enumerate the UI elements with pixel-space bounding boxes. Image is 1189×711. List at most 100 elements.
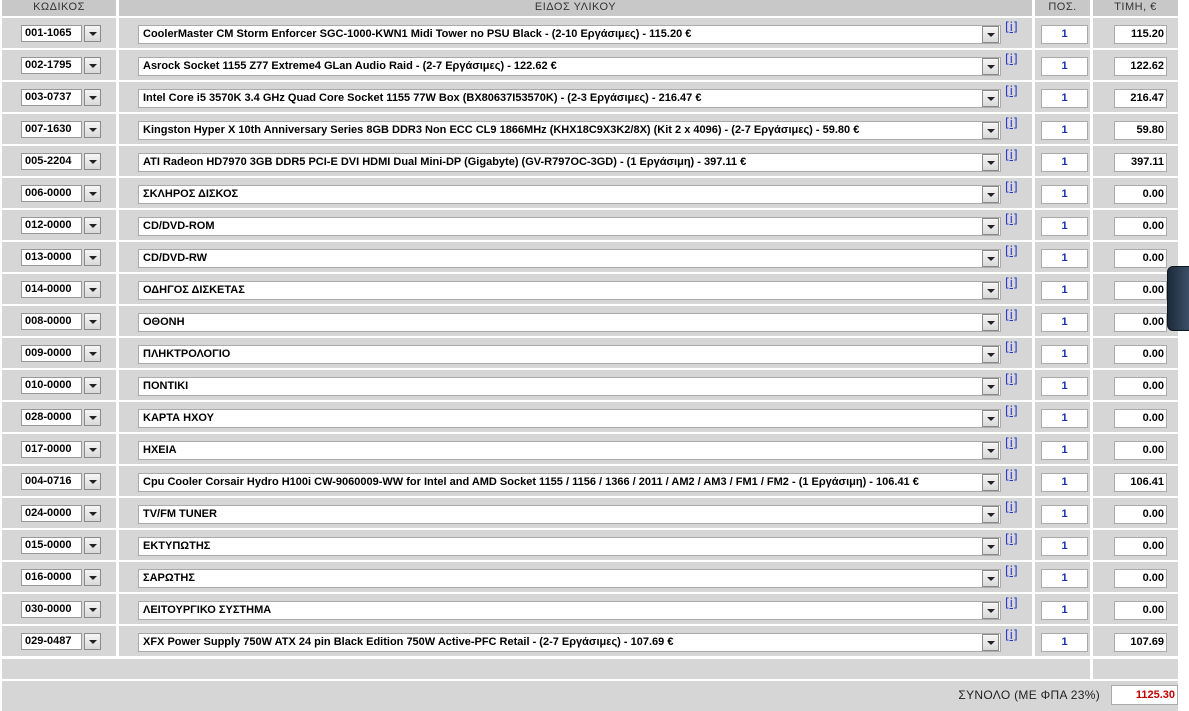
product-dropdown-arrow-icon[interactable] (982, 602, 999, 619)
product-dropdown-arrow-icon[interactable] (982, 314, 999, 331)
code-select[interactable]: 012-0000 (21, 217, 82, 234)
product-select[interactable]: ΣΚΛΗΡΟΣ ΔΙΣΚΟΣ (138, 185, 1001, 204)
quantity-input[interactable]: 1 (1041, 441, 1088, 460)
info-link[interactable]: [i] (1005, 244, 1018, 258)
code-dropdown-arrow-icon[interactable] (84, 89, 101, 106)
code-dropdown-arrow-icon[interactable] (84, 537, 101, 554)
info-link[interactable]: [i] (1005, 212, 1018, 226)
product-select[interactable]: Cpu Cooler Corsair Hydro H100i CW-906000… (138, 473, 1001, 492)
code-select[interactable]: 029-0487 (21, 633, 82, 650)
code-dropdown-arrow-icon[interactable] (84, 441, 101, 458)
quantity-input[interactable]: 1 (1041, 281, 1088, 300)
code-select[interactable]: 010-0000 (21, 377, 82, 394)
quantity-input[interactable]: 1 (1041, 601, 1088, 620)
info-link[interactable]: [i] (1005, 180, 1018, 194)
product-select[interactable]: ΣΑΡΩΤΗΣ (138, 569, 1001, 588)
code-dropdown-arrow-icon[interactable] (84, 57, 101, 74)
code-select[interactable]: 006-0000 (21, 185, 82, 202)
code-select[interactable]: 030-0000 (21, 601, 82, 618)
code-select[interactable]: 002-1795 (21, 57, 82, 74)
quantity-input[interactable]: 1 (1041, 185, 1088, 204)
code-dropdown-arrow-icon[interactable] (84, 281, 101, 298)
code-select[interactable]: 004-0716 (21, 473, 82, 490)
code-dropdown-arrow-icon[interactable] (84, 569, 101, 586)
product-select[interactable]: TV/FM TUNER (138, 505, 1001, 524)
code-dropdown-arrow-icon[interactable] (84, 185, 101, 202)
info-link[interactable]: [i] (1005, 468, 1018, 482)
code-dropdown-arrow-icon[interactable] (84, 345, 101, 362)
quantity-input[interactable]: 1 (1041, 121, 1088, 140)
product-select[interactable]: ATI Radeon HD7970 3GB DDR5 PCI-E DVI HDM… (138, 153, 1001, 172)
product-select[interactable]: Kingston Hyper X 10th Anniversary Series… (138, 121, 1001, 140)
product-select[interactable]: CD/DVD-RW (138, 249, 1001, 268)
quantity-input[interactable]: 1 (1041, 25, 1088, 44)
product-select[interactable]: ΟΘΟΝΗ (138, 313, 1001, 332)
info-link[interactable]: [i] (1005, 52, 1018, 66)
quantity-input[interactable]: 1 (1041, 377, 1088, 396)
product-dropdown-arrow-icon[interactable] (982, 26, 999, 43)
info-link[interactable]: [i] (1005, 116, 1018, 130)
info-link[interactable]: [i] (1005, 436, 1018, 450)
product-dropdown-arrow-icon[interactable] (982, 506, 999, 523)
product-dropdown-arrow-icon[interactable] (982, 378, 999, 395)
code-select[interactable]: 013-0000 (21, 249, 82, 266)
info-link[interactable]: [i] (1005, 532, 1018, 546)
product-select[interactable]: CD/DVD-ROM (138, 217, 1001, 236)
quantity-input[interactable]: 1 (1041, 473, 1088, 492)
info-link[interactable]: [i] (1005, 564, 1018, 578)
product-select[interactable]: ΛΕΙΤΟΥΡΓΙΚΟ ΣΥΣΤΗΜΑ (138, 601, 1001, 620)
product-dropdown-arrow-icon[interactable] (982, 634, 999, 651)
code-dropdown-arrow-icon[interactable] (84, 633, 101, 650)
quantity-input[interactable]: 1 (1041, 217, 1088, 236)
info-link[interactable]: [i] (1005, 148, 1018, 162)
quantity-input[interactable]: 1 (1041, 409, 1088, 428)
quantity-input[interactable]: 1 (1041, 153, 1088, 172)
product-select[interactable]: ΗΧΕΙΑ (138, 441, 1001, 460)
info-link[interactable]: [i] (1005, 372, 1018, 386)
code-select[interactable]: 017-0000 (21, 441, 82, 458)
product-dropdown-arrow-icon[interactable] (982, 282, 999, 299)
code-select[interactable]: 007-1630 (21, 121, 82, 138)
code-dropdown-arrow-icon[interactable] (84, 505, 101, 522)
code-select[interactable]: 024-0000 (21, 505, 82, 522)
product-dropdown-arrow-icon[interactable] (982, 186, 999, 203)
code-dropdown-arrow-icon[interactable] (84, 25, 101, 42)
product-dropdown-arrow-icon[interactable] (982, 154, 999, 171)
product-dropdown-arrow-icon[interactable] (982, 218, 999, 235)
product-dropdown-arrow-icon[interactable] (982, 58, 999, 75)
product-select[interactable]: ΠΟΝΤΙΚΙ (138, 377, 1001, 396)
code-select[interactable]: 001-1065 (21, 25, 82, 42)
code-dropdown-arrow-icon[interactable] (84, 473, 101, 490)
product-select[interactable]: Asrock Socket 1155 Z77 Extreme4 GLan Aud… (138, 57, 1001, 76)
info-link[interactable]: [i] (1005, 308, 1018, 322)
info-link[interactable]: [i] (1005, 404, 1018, 418)
product-dropdown-arrow-icon[interactable] (982, 442, 999, 459)
quantity-input[interactable]: 1 (1041, 569, 1088, 588)
product-select[interactable]: ΕΚΤΥΠΩΤΗΣ (138, 537, 1001, 556)
code-dropdown-arrow-icon[interactable] (84, 377, 101, 394)
product-dropdown-arrow-icon[interactable] (982, 410, 999, 427)
info-link[interactable]: [i] (1005, 340, 1018, 354)
product-dropdown-arrow-icon[interactable] (982, 122, 999, 139)
product-select[interactable]: Intel Core i5 3570K 3.4 GHz Quad Core So… (138, 89, 1001, 108)
quantity-input[interactable]: 1 (1041, 89, 1088, 108)
code-select[interactable]: 009-0000 (21, 345, 82, 362)
code-select[interactable]: 005-2204 (21, 153, 82, 170)
quantity-input[interactable]: 1 (1041, 313, 1088, 332)
product-dropdown-arrow-icon[interactable] (982, 250, 999, 267)
quantity-input[interactable]: 1 (1041, 345, 1088, 364)
quantity-input[interactable]: 1 (1041, 249, 1088, 268)
quantity-input[interactable]: 1 (1041, 633, 1088, 652)
info-link[interactable]: [i] (1005, 276, 1018, 290)
code-select[interactable]: 015-0000 (21, 537, 82, 554)
product-dropdown-arrow-icon[interactable] (982, 474, 999, 491)
quantity-input[interactable]: 1 (1041, 537, 1088, 556)
code-select[interactable]: 016-0000 (21, 569, 82, 586)
product-dropdown-arrow-icon[interactable] (982, 90, 999, 107)
code-dropdown-arrow-icon[interactable] (84, 601, 101, 618)
info-link[interactable]: [i] (1005, 84, 1018, 98)
product-dropdown-arrow-icon[interactable] (982, 538, 999, 555)
product-select[interactable]: ΟΔΗΓΟΣ ΔΙΣΚΕΤΑΣ (138, 281, 1001, 300)
code-dropdown-arrow-icon[interactable] (84, 409, 101, 426)
code-select[interactable]: 008-0000 (21, 313, 82, 330)
